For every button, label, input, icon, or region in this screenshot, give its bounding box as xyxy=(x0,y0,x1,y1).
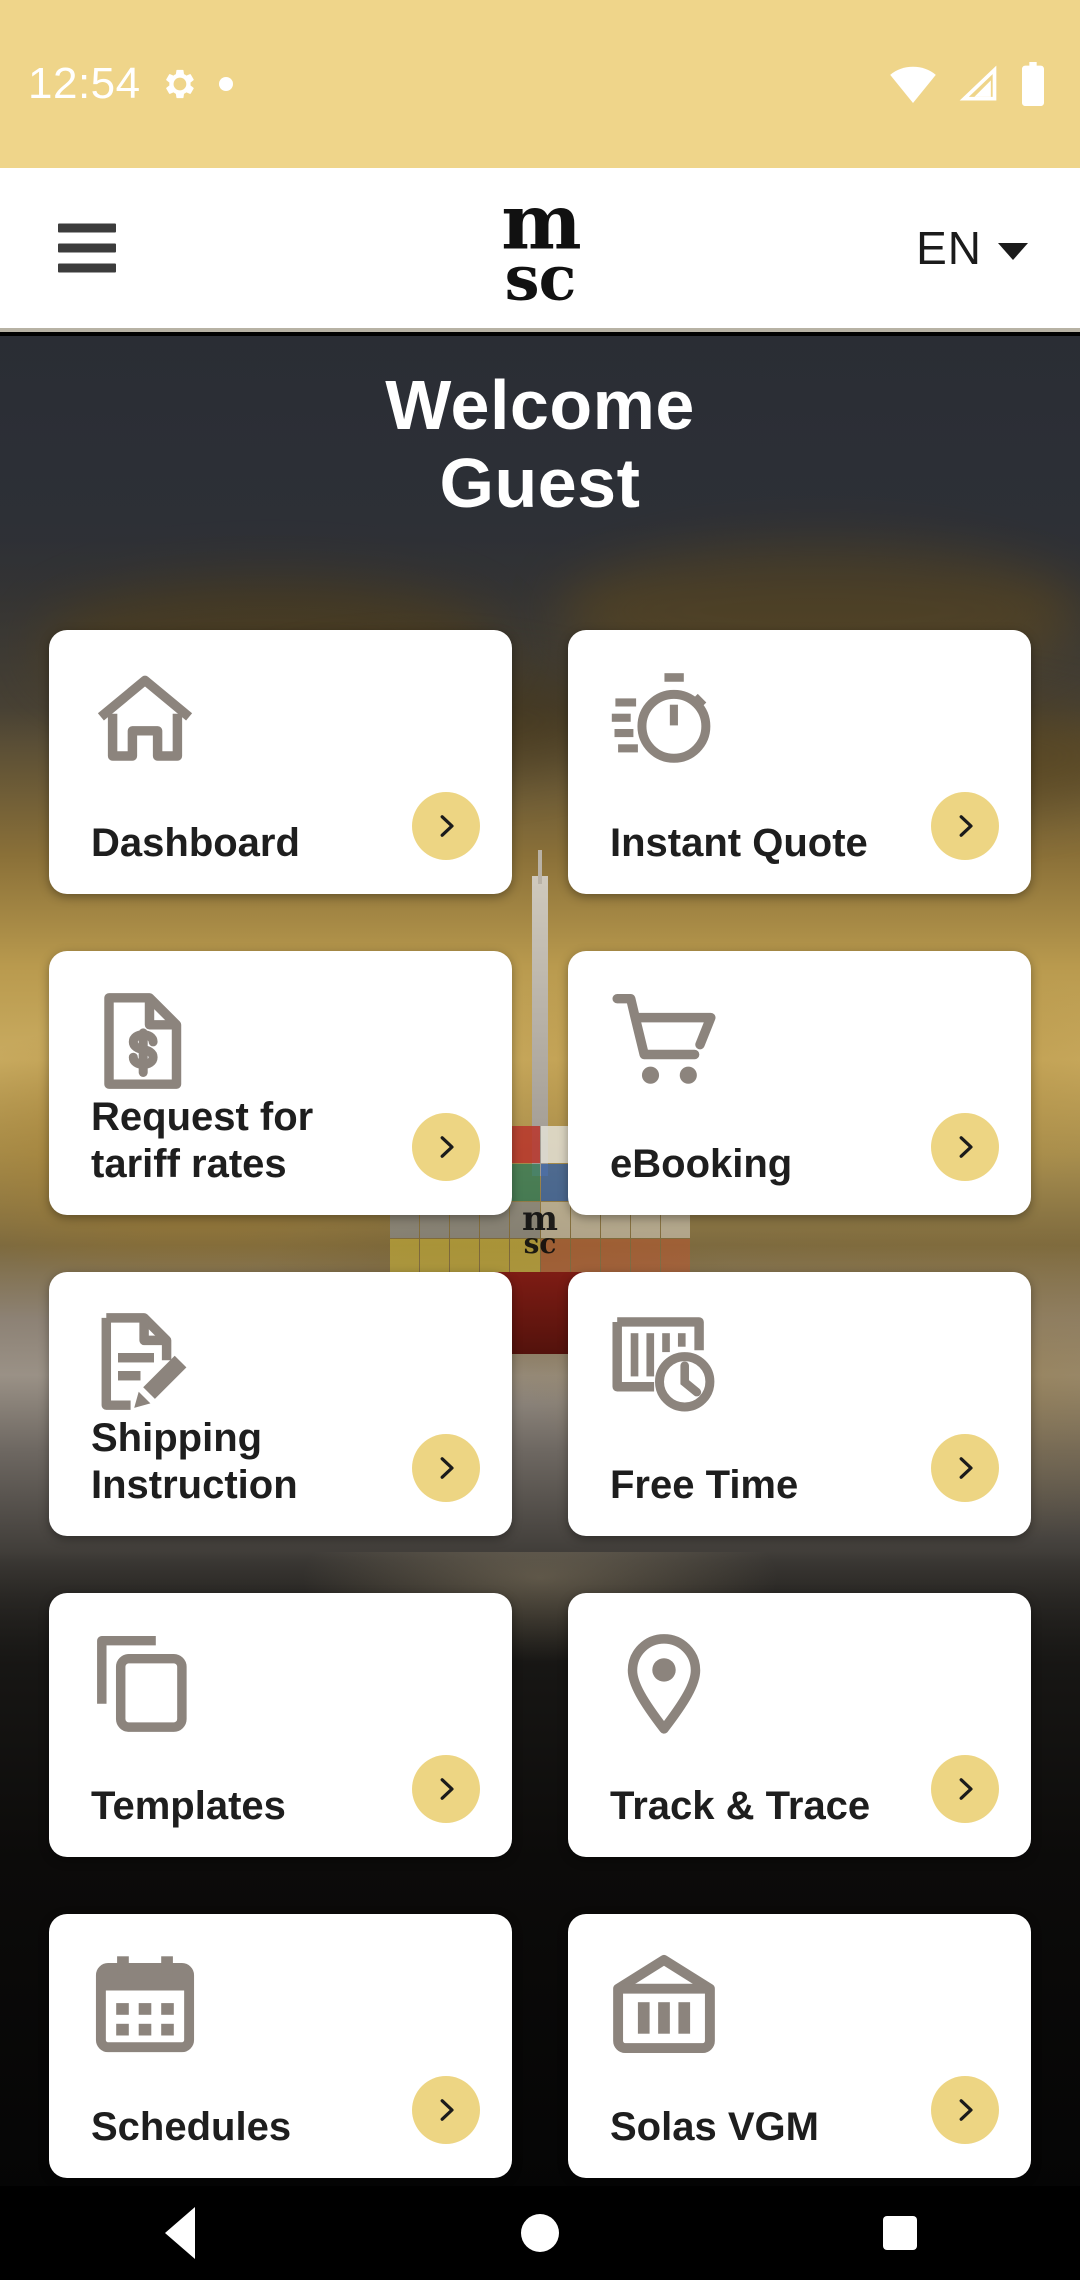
tile-request-for-tariff-rates[interactable]: Request for tariff rates xyxy=(49,951,512,1215)
cellular-signal-icon xyxy=(959,65,997,101)
logo-line-2: sc xyxy=(504,241,577,315)
tile-solas-vgm[interactable]: Solas VGM xyxy=(568,1914,1031,2178)
status-bar-clock: 12:54 xyxy=(28,59,141,108)
nav-back-button[interactable] xyxy=(120,2186,240,2280)
android-nav-bar xyxy=(0,2186,1080,2280)
home-icon xyxy=(91,666,199,774)
tile-instant-quote[interactable]: Instant Quote xyxy=(568,630,1031,894)
tile-label: Track & Trace xyxy=(610,1783,871,1828)
chevron-right-icon[interactable] xyxy=(412,792,480,860)
nav-home-button[interactable] xyxy=(480,2186,600,2280)
language-label: EN xyxy=(916,222,982,274)
status-bar-right xyxy=(890,62,1046,106)
language-selector[interactable]: EN xyxy=(916,221,1028,275)
welcome-subtitle: Guest xyxy=(439,444,641,523)
tile-label: Dashboard xyxy=(91,820,300,865)
weighing-container-icon xyxy=(610,1950,718,2058)
calendar-icon xyxy=(91,1950,199,2058)
wifi-icon xyxy=(890,66,936,103)
nav-recents-button[interactable] xyxy=(840,2186,960,2280)
chevron-right-icon[interactable] xyxy=(931,792,999,860)
app-bar: m sc EN xyxy=(0,168,1080,332)
dot-indicator xyxy=(218,77,233,91)
tile-label: Schedules xyxy=(91,2104,292,2149)
gear-icon xyxy=(165,69,194,99)
tile-label: Instant Quote xyxy=(610,820,868,865)
welcome-block: Welcome Guest xyxy=(0,366,1080,523)
document-edit-icon xyxy=(91,1308,199,1416)
chevron-right-icon[interactable] xyxy=(931,1434,999,1502)
app-root: 12:54 m sc EN Welcome Guest Dashboard In… xyxy=(0,0,1080,2280)
tile-shipping-instruction[interactable]: Shipping Instruction xyxy=(49,1272,512,1536)
tile-label: Templates xyxy=(91,1783,286,1828)
chevron-right-icon[interactable] xyxy=(412,1434,480,1502)
chevron-right-icon[interactable] xyxy=(412,1113,480,1181)
tile-label: Free Time xyxy=(610,1462,799,1507)
home-circle-icon xyxy=(521,2214,559,2252)
tile-track-trace[interactable]: Track & Trace xyxy=(568,1593,1031,1857)
shopping-cart-icon xyxy=(610,987,718,1095)
chevron-right-icon[interactable] xyxy=(412,2076,480,2144)
recents-square-icon xyxy=(883,2216,917,2250)
tile-label: Solas VGM xyxy=(610,2104,819,2149)
status-bar-left: 12:54 xyxy=(28,59,233,109)
location-pin-icon xyxy=(610,1629,718,1737)
battery-icon xyxy=(1022,62,1044,106)
document-dollar-icon xyxy=(91,987,199,1095)
tile-ebooking[interactable]: eBooking xyxy=(568,951,1031,1215)
chevron-right-icon[interactable] xyxy=(412,1755,480,1823)
tile-free-time[interactable]: Free Time xyxy=(568,1272,1031,1536)
chevron-right-icon[interactable] xyxy=(931,2076,999,2144)
copy-icon xyxy=(91,1629,199,1737)
status-bar: 12:54 xyxy=(0,0,1080,168)
welcome-title: Welcome xyxy=(385,366,695,444)
tile-dashboard[interactable]: Dashboard xyxy=(49,630,512,894)
chevron-right-icon[interactable] xyxy=(931,1113,999,1181)
tile-label: Shipping Instruction xyxy=(91,1416,298,1507)
msc-logo[interactable]: m sc xyxy=(501,184,581,315)
tile-grid: Dashboard Instant Quote Request for tariff… xyxy=(0,630,1080,2178)
chevron-down-icon xyxy=(998,242,1028,260)
tile-label: Request for tariff rates xyxy=(91,1095,314,1186)
hamburger-menu-icon[interactable] xyxy=(58,223,116,273)
chevron-right-icon[interactable] xyxy=(931,1755,999,1823)
tile-label: eBooking xyxy=(610,1141,793,1186)
tile-templates[interactable]: Templates xyxy=(49,1593,512,1857)
container-clock-icon xyxy=(610,1308,718,1416)
stopwatch-icon xyxy=(610,666,718,774)
back-triangle-icon xyxy=(165,2207,195,2259)
tile-schedules[interactable]: Schedules xyxy=(49,1914,512,2178)
